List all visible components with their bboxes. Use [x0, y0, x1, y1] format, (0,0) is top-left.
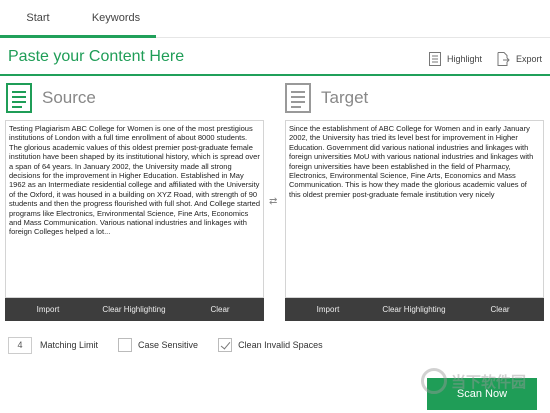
matching-limit-label: Matching Limit [40, 340, 99, 350]
clean-invalid-spaces-checkbox[interactable] [218, 338, 233, 352]
target-clear-button[interactable]: Clear [457, 305, 543, 314]
export-document-icon [497, 52, 510, 66]
source-clear-highlighting-button[interactable]: Clear Highlighting [91, 305, 177, 314]
target-textarea[interactable]: Since the establishment of ABC College f… [285, 120, 544, 298]
source-toolbar: Import Clear Highlighting Clear [5, 298, 264, 321]
case-sensitive-checkbox[interactable] [118, 338, 133, 352]
swap-arrows-icon[interactable]: ⇄ [269, 196, 277, 207]
clean-invalid-spaces-label: Clean Invalid Spaces [238, 340, 323, 350]
source-import-button[interactable]: Import [5, 305, 91, 314]
highlight-label: Highlight [447, 54, 483, 64]
tab-keywords[interactable]: Keywords [76, 0, 156, 38]
scan-now-button[interactable]: Scan Now [427, 378, 537, 410]
source-textarea[interactable]: Testing Plagiarism ABC College for Women… [5, 120, 264, 298]
tab-start[interactable]: Start [0, 0, 76, 38]
target-header: Target [285, 82, 368, 114]
header-divider [0, 74, 550, 76]
page-title: Paste your Content Here [8, 48, 185, 65]
source-clear-button[interactable]: Clear [177, 305, 263, 314]
highlight-button[interactable]: Highlight [429, 51, 482, 67]
matching-limit-input[interactable]: 4 [8, 336, 32, 354]
source-document-icon [6, 83, 32, 113]
active-tab-indicator [0, 35, 156, 38]
target-clear-highlighting-button[interactable]: Clear Highlighting [371, 305, 457, 314]
export-button[interactable]: Export [497, 51, 542, 67]
target-import-button[interactable]: Import [285, 305, 371, 314]
target-toolbar: Import Clear Highlighting Clear [285, 298, 544, 321]
source-title: Source [42, 88, 96, 107]
source-header: Source [6, 82, 96, 114]
case-sensitive-label: Case Sensitive [138, 340, 199, 350]
options-row: 4 Matching Limit Case Sensitive Clean In… [8, 336, 343, 354]
target-title: Target [321, 88, 369, 107]
tab-bar: Start Keywords [0, 0, 550, 38]
export-label: Export [516, 54, 543, 64]
target-document-icon [285, 83, 311, 113]
document-lines-icon [429, 52, 441, 66]
